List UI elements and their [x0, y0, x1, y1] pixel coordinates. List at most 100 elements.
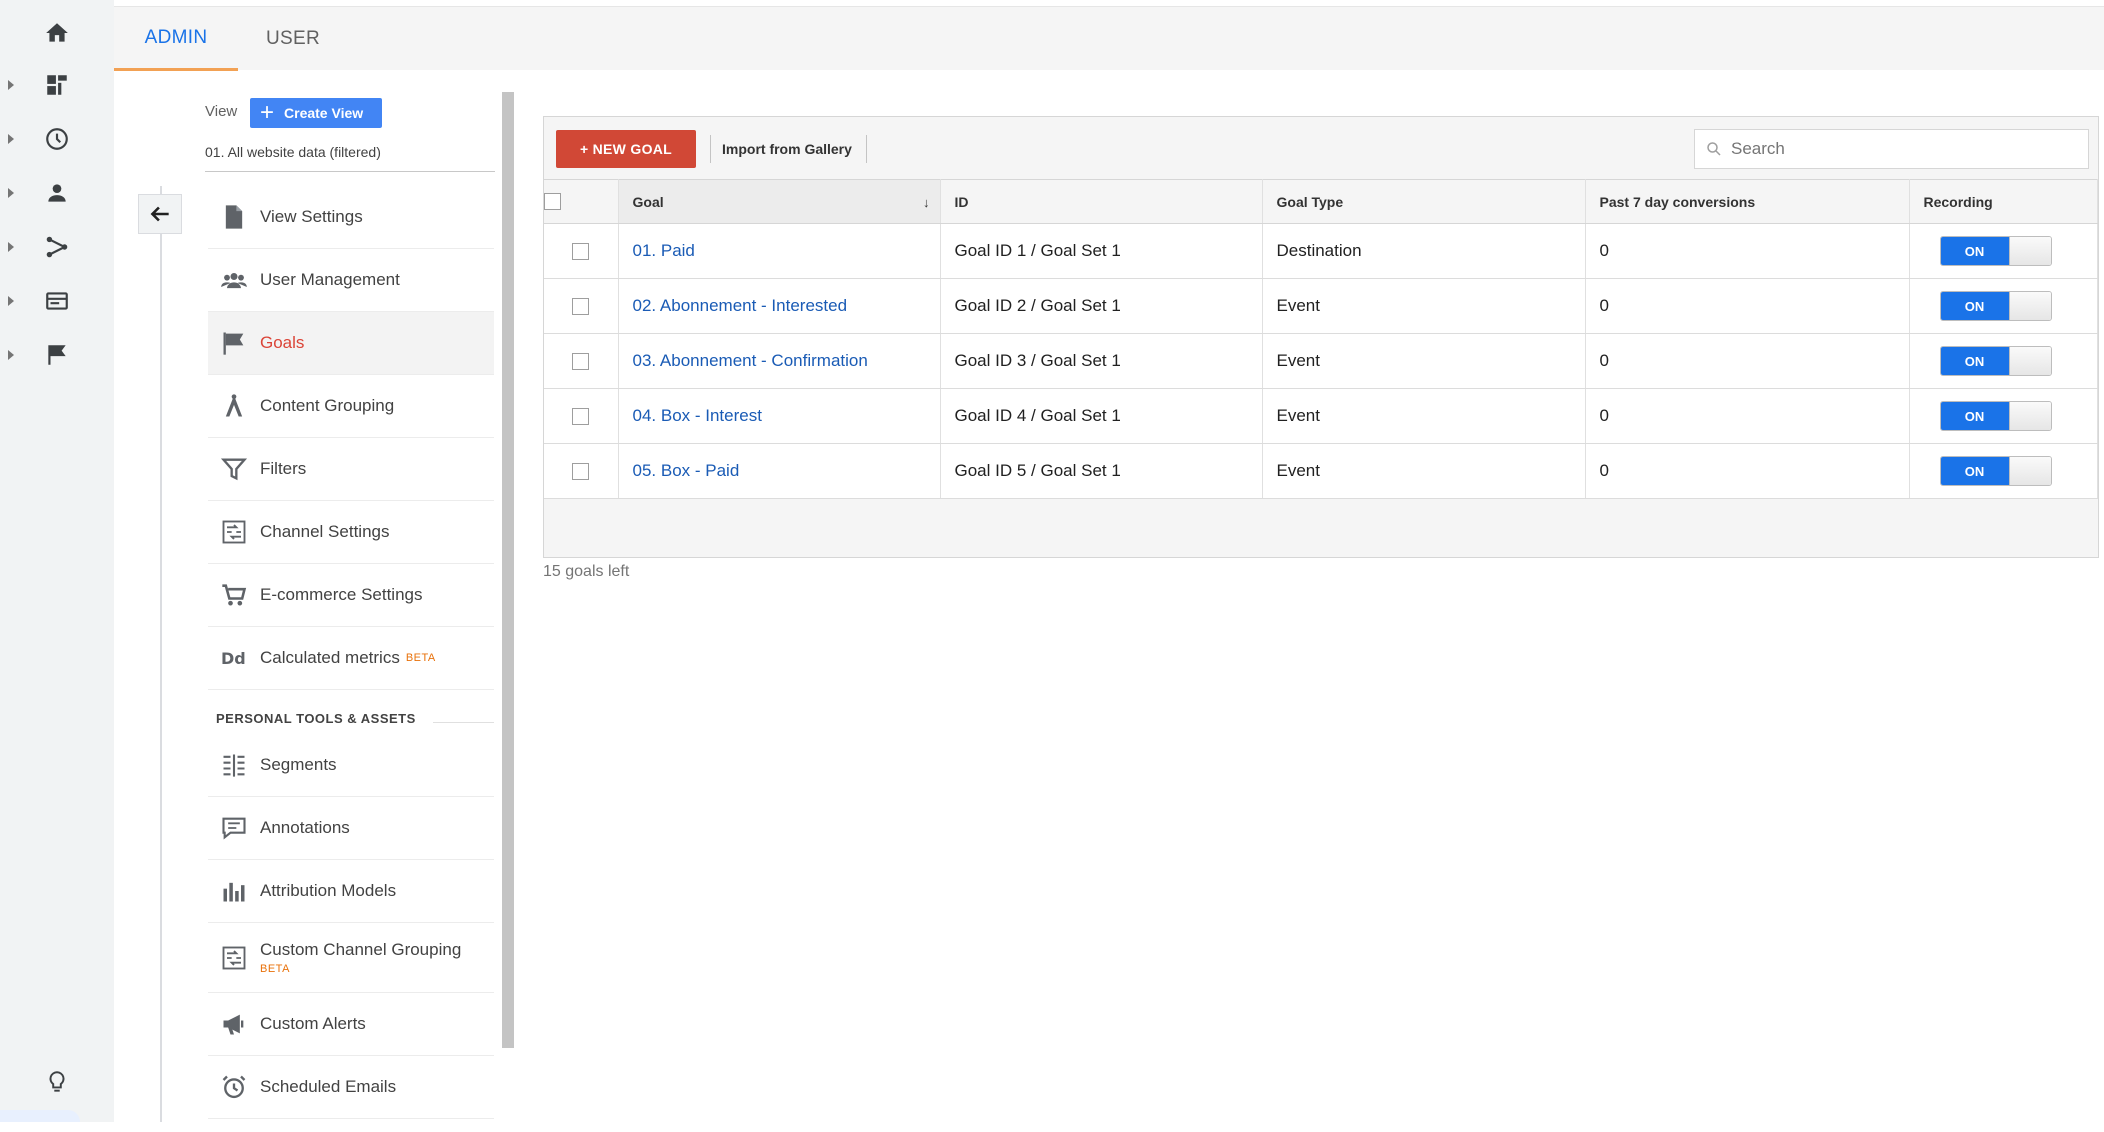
recording-toggle[interactable]: ON — [1939, 236, 2052, 266]
row-checkbox-cell — [544, 223, 619, 279]
menu-item-filters[interactable]: Filters — [208, 438, 494, 501]
menu-item-custom-alerts[interactable]: Custom Alerts — [208, 993, 494, 1056]
channel-settings-icon — [208, 518, 260, 546]
caret-right-icon — [8, 188, 14, 198]
home-nav[interactable] — [0, 13, 114, 53]
search-input[interactable]: Search — [1694, 129, 2089, 169]
dashboard-icon — [47, 75, 67, 95]
menu-item-label: Filters — [260, 459, 307, 478]
goal-conversions-cell: 0 — [1585, 223, 1910, 279]
menu-item-annotations[interactable]: Annotations — [208, 797, 494, 860]
menu-item-goals[interactable]: Goals — [208, 312, 494, 375]
goal-link[interactable]: 04. Box - Interest — [633, 406, 762, 425]
behavior-icon — [46, 292, 68, 310]
header-goal[interactable]: Goal ↓ — [618, 179, 941, 224]
row-checkbox[interactable] — [572, 353, 590, 371]
clock-icon — [46, 128, 68, 150]
toggle-on-label: ON — [1940, 347, 2009, 375]
menu-item-segments[interactable]: Segments — [208, 734, 494, 797]
toolbar-separator — [710, 135, 711, 163]
recording-cell: ON — [1909, 278, 2098, 334]
menu-item-user-management[interactable]: User Management — [208, 249, 494, 312]
goal-conversions-cell: 0 — [1585, 278, 1910, 334]
header-conversions[interactable]: Past 7 day conversions — [1585, 179, 1910, 224]
row-checkbox[interactable] — [572, 408, 590, 426]
attribution-icon — [208, 877, 260, 905]
recording-toggle[interactable]: ON — [1939, 456, 2052, 486]
flag-icon — [208, 329, 260, 357]
content-grouping-icon — [208, 392, 260, 420]
megaphone-icon — [208, 1010, 260, 1038]
customization-nav[interactable] — [0, 65, 114, 105]
row-checkbox[interactable] — [572, 298, 590, 316]
annotation-icon — [208, 814, 260, 842]
svg-text:Dd: Dd — [221, 649, 246, 668]
recording-toggle[interactable]: ON — [1939, 401, 2052, 431]
goals-table: Goal ↓ ID Goal Type Past 7 day conversion… — [544, 179, 2098, 499]
menu-item-label: Attribution Models — [260, 881, 397, 900]
acquisition-nav[interactable] — [0, 227, 114, 267]
goal-type-cell: Event — [1262, 388, 1586, 444]
back-button[interactable] — [138, 194, 182, 234]
row-checkbox[interactable] — [572, 243, 590, 261]
recording-cell: ON — [1909, 333, 2098, 389]
caret-right-icon — [8, 296, 14, 306]
conversions-nav[interactable] — [0, 335, 114, 375]
create-view-button[interactable]: + Create View — [250, 98, 382, 128]
menu-scrollbar[interactable] — [502, 92, 514, 1048]
tab-admin[interactable]: ADMIN — [114, 7, 238, 71]
menu-item-content-grouping[interactable]: Content Grouping — [208, 375, 494, 438]
goal-name-cell: 04. Box - Interest — [618, 388, 941, 444]
lightbulb-icon — [49, 1071, 65, 1092]
audience-nav[interactable] — [0, 173, 114, 213]
row-checkbox[interactable] — [572, 463, 590, 481]
goal-type-cell: Destination — [1262, 223, 1586, 279]
goal-link[interactable]: 05. Box - Paid — [633, 461, 740, 480]
realtime-nav[interactable] — [0, 119, 114, 159]
caret-right-icon — [8, 350, 14, 360]
toolbar-separator — [866, 135, 867, 163]
goal-id-cell: Goal ID 3 / Goal Set 1 — [940, 333, 1263, 389]
caret-right-icon — [8, 242, 14, 252]
goal-link[interactable]: 02. Abonnement - Interested — [633, 296, 848, 315]
caret-right-icon — [8, 134, 14, 144]
menu-item-channel-settings[interactable]: Channel Settings — [208, 501, 494, 564]
goals-left-count: 15 goals left — [543, 563, 630, 580]
import-from-gallery-button[interactable]: Import from Gallery — [722, 135, 852, 163]
row-checkbox-cell — [544, 443, 619, 499]
menu-item-custom-channel-grouping[interactable]: Custom Channel Grouping BETA — [208, 923, 494, 993]
beta-badge: BETA — [405, 652, 436, 664]
new-goal-button[interactable]: + NEW GOAL — [556, 130, 696, 168]
admin-tabbar: ADMIN USER — [114, 6, 2104, 71]
menu-item-scheduled-emails[interactable]: Scheduled Emails — [208, 1056, 494, 1119]
behavior-nav[interactable] — [0, 281, 114, 321]
view-selector[interactable]: 01. All website data (filtered) — [205, 140, 495, 172]
tab-user[interactable]: USER — [238, 7, 348, 71]
discover-nav[interactable] — [0, 1062, 114, 1102]
search-placeholder: Search — [1731, 139, 1785, 158]
menu-item-label: Annotations — [260, 818, 350, 837]
header-goal-type[interactable]: Goal Type — [1262, 179, 1586, 224]
rail-bottom-decoration — [0, 1110, 80, 1122]
alarm-clock-icon — [208, 1073, 260, 1101]
recording-toggle[interactable]: ON — [1939, 346, 2052, 376]
home-icon — [46, 23, 68, 42]
goal-name-cell: 01. Paid — [618, 223, 941, 279]
toggle-on-label: ON — [1940, 457, 2009, 485]
menu-item-attribution-models[interactable]: Attribution Models — [208, 860, 494, 923]
select-all-checkbox[interactable] — [544, 193, 561, 211]
cart-icon — [208, 581, 260, 609]
menu-item-view-settings[interactable]: View Settings — [208, 186, 494, 249]
goal-link[interactable]: 03. Abonnement - Confirmation — [633, 351, 868, 370]
menu-item-ecommerce-settings[interactable]: E-commerce Settings — [208, 564, 494, 627]
row-checkbox-cell — [544, 278, 619, 334]
person-icon — [48, 184, 66, 202]
toggle-on-label: ON — [1940, 292, 2009, 320]
header-id[interactable]: ID — [940, 179, 1263, 224]
calculated-metrics-icon: Dd — [208, 644, 260, 672]
recording-toggle[interactable]: ON — [1939, 291, 2052, 321]
menu-item-calculated-metrics[interactable]: Dd Calculated metrics BETA — [208, 627, 494, 690]
header-recording[interactable]: Recording — [1909, 179, 2098, 224]
goal-link[interactable]: 01. Paid — [633, 241, 695, 260]
goal-id-cell: Goal ID 5 / Goal Set 1 — [940, 443, 1263, 499]
